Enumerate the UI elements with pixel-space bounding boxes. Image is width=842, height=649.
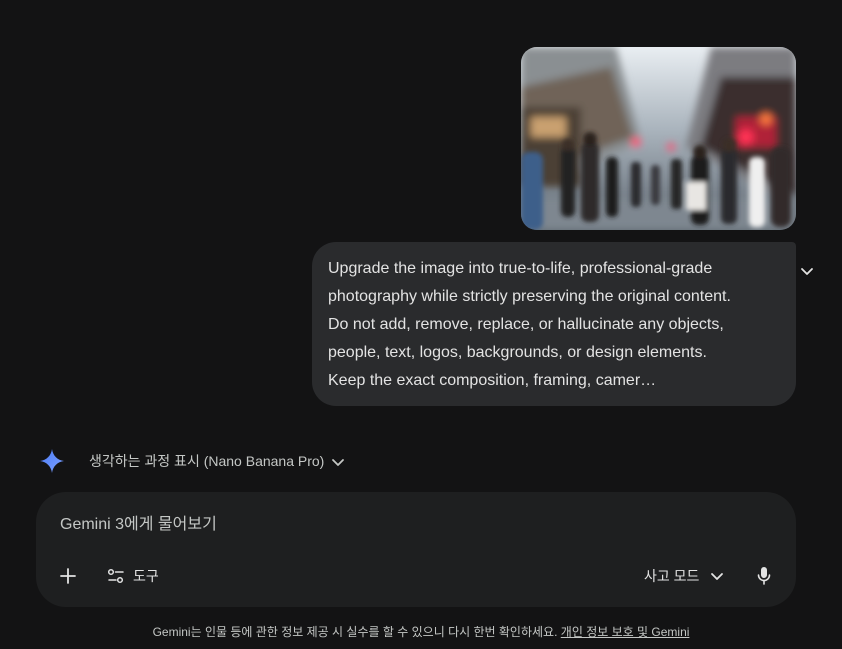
user-prompt-text: Upgrade the image into true-to-life, pro… [328, 260, 731, 389]
street-photo [521, 47, 796, 230]
plus-icon [60, 568, 76, 584]
expand-prompt-button[interactable] [798, 262, 816, 280]
disclaimer-text: Gemini는 인물 등에 관한 정보 제공 시 실수를 할 수 있으니 다시 … [152, 625, 558, 639]
prompt-composer: Gemini 3에게 물어보기 도구 사고 모드 [36, 492, 796, 607]
chevron-down-icon [332, 459, 344, 466]
user-attached-image[interactable] [521, 47, 796, 230]
user-prompt-bubble: Upgrade the image into true-to-life, pro… [312, 242, 796, 406]
chevron-down-icon [711, 573, 724, 580]
chevron-down-icon [801, 268, 813, 275]
microphone-icon [757, 567, 771, 585]
thinking-expand-button[interactable] [330, 454, 346, 470]
tools-sliders-icon [107, 568, 124, 584]
privacy-link[interactable]: 개인 정보 보호 및 Gemini [561, 625, 690, 639]
mode-selector[interactable]: 사고 모드 [644, 564, 725, 588]
tools-button[interactable]: 도구 [106, 564, 159, 588]
tools-label: 도구 [133, 568, 159, 584]
microphone-button[interactable] [754, 564, 774, 588]
prompt-input[interactable]: Gemini 3에게 물어보기 [60, 514, 217, 536]
disclaimer-footer: Gemini는 인물 등에 관한 정보 제공 시 실수를 할 수 있으니 다시 … [0, 624, 842, 640]
add-attachment-button[interactable] [58, 566, 78, 586]
chat-page: Upgrade the image into true-to-life, pro… [0, 0, 842, 649]
gemini-spark-icon [40, 449, 64, 473]
show-thinking-toggle[interactable]: 생각하는 과정 표시 (Nano Banana Pro) [89, 452, 324, 470]
mode-label: 사고 모드 [644, 568, 700, 584]
